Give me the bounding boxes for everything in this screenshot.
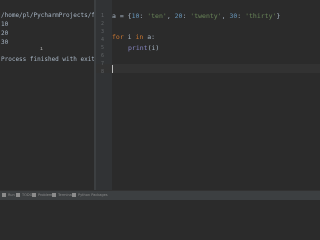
code-token: 30 <box>229 12 238 20</box>
python-packages-tab[interactable]: Python Packages <box>72 192 108 199</box>
line-number: 4 <box>101 37 105 43</box>
todo-icon <box>16 193 20 197</box>
code-token: (i) <box>147 44 160 52</box>
mouse-cursor-icon: ı <box>40 46 44 52</box>
line-number: 5 <box>101 45 105 51</box>
python-packages-tab-label: Python Packages <box>78 193 108 197</box>
line-number: 2 <box>101 21 105 27</box>
code-line-for: for i in a: <box>112 33 155 41</box>
problems-icon <box>32 193 36 197</box>
terminal-tab[interactable]: Terminal <box>52 192 73 199</box>
code-token: 10 <box>131 12 140 20</box>
code-token: i <box>123 33 136 41</box>
code-token: print <box>128 44 148 52</box>
code-token: a: <box>143 33 156 41</box>
code-editor[interactable] <box>112 0 320 191</box>
code-token: for <box>112 33 124 41</box>
run-tab[interactable]: Run <box>2 192 15 199</box>
run-console-panel: /home/pl/PycharmProjects/fo 10 20 30 ı P… <box>0 0 94 191</box>
code-token: = { <box>115 12 132 20</box>
terminal-tab-label: Terminal <box>58 193 73 197</box>
line-number: 8 <box>101 69 105 75</box>
line-number: 7 <box>101 61 105 67</box>
line-number: 1 <box>101 13 105 19</box>
console-output-line: 30 <box>1 39 9 46</box>
console-finished-line: Process finished with exit <box>1 56 94 63</box>
console-path-line: /home/pl/PycharmProjects/fo <box>1 12 94 19</box>
line-number: 3 <box>101 29 105 35</box>
todo-tab-label: TODO <box>22 193 33 197</box>
code-token: } <box>276 12 281 20</box>
run-tab-label: Run <box>8 193 15 197</box>
current-line-highlight <box>96 64 320 73</box>
line-number: 6 <box>101 53 105 59</box>
terminal-icon <box>52 193 56 197</box>
code-token: 'ten' <box>147 12 167 20</box>
todo-tab[interactable]: TODO <box>16 192 32 199</box>
tool-window-bar: Run TODO Problems Terminal Python Packag… <box>0 190 320 200</box>
console-output-line: 10 <box>1 21 9 28</box>
code-line-dict: a = {10: 'ten', 20: 'twenty', 30: 'thirt… <box>112 12 281 20</box>
console-output-line: 20 <box>1 30 9 37</box>
problems-tab[interactable]: Problems <box>32 192 54 199</box>
code-line-print: print(i) <box>128 44 159 52</box>
run-icon <box>2 193 6 197</box>
code-token: 'thirty' <box>245 12 277 20</box>
code-token: 'twenty' <box>190 12 222 20</box>
text-caret <box>112 65 113 73</box>
python-packages-icon <box>72 193 76 197</box>
code-token: 20 <box>174 12 183 20</box>
